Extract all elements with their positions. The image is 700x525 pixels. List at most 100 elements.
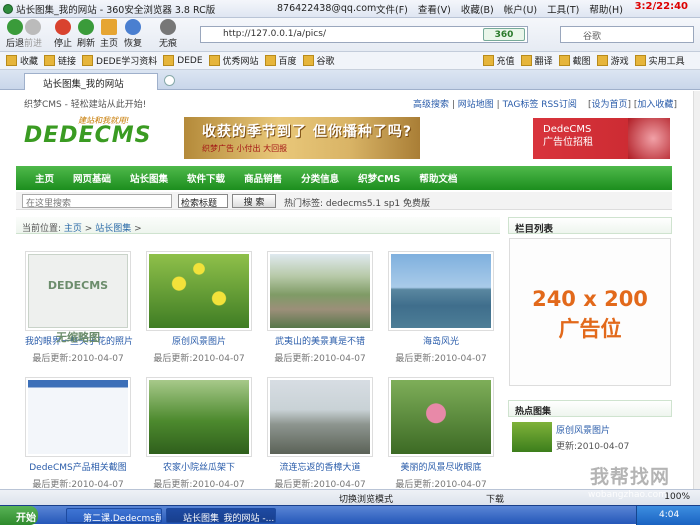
favorites-button[interactable]: 收藏 [6,54,38,67]
breadcrumb-home[interactable]: 主页 [64,224,82,234]
restore-icon [125,19,141,35]
screenshot-button[interactable]: 截图 [559,54,591,67]
link-sitemap[interactable]: 网站地图 [458,100,494,110]
menu-tools[interactable]: 工具(T) [547,2,579,16]
menu-help[interactable]: 帮助(H) [589,2,623,16]
switch-mode-button[interactable]: 切换浏览模式 [339,492,393,505]
card-title[interactable]: 海岛风光 [388,334,494,347]
translate-button[interactable]: 翻译 [521,54,553,67]
gallery-card[interactable]: 农家小院丝瓜架下 最后更新:2010-04-07 [146,377,252,489]
card-thumbnail[interactable] [267,251,373,331]
download-button[interactable]: 下载 [486,492,504,505]
menu-view[interactable]: 查看(V) [418,2,451,16]
navigation-toolbar: 后退 前进 停止 刷新 主页 恢复 无痕 http://127.0.0.1/a/… [0,18,700,52]
gallery-card[interactable]: 海岛风光 最后更新:2010-04-07 [388,251,494,364]
menu-account[interactable]: 帐户(U) [504,2,537,16]
incognito-button[interactable]: 无痕 [155,19,181,49]
account-email[interactable]: 876422438@qq.com [277,3,376,14]
taskbar-item-browser[interactable]: 站长图集_我的网站 -... [166,508,276,523]
hot-tag-link[interactable]: dedecms5.1 sp1 免费版 [326,199,430,209]
hot-item-title[interactable]: 原创风景图片 [556,423,610,436]
nav-dedecms[interactable]: 织梦CMS [358,171,400,185]
site-logo[interactable]: 建站和我就用! DEDECMS [22,115,170,155]
search-type-select[interactable]: 检索标题 [178,194,228,209]
sidebar-ad[interactable]: 240 x 200 广告位 [509,238,671,386]
new-tab-icon[interactable] [164,75,175,86]
card-title[interactable]: 美丽的风景尽收眼底 [388,460,494,473]
yellow-flowers-image [149,254,249,328]
gallery-card[interactable]: 武夷山的美景真是不错 最后更新:2010-04-07 [267,251,373,364]
browser-logo-icon [3,4,13,14]
site-search-button[interactable]: 搜 索 [232,194,276,208]
gallery-card[interactable]: DedeCMS产品相关截图 最后更新:2010-04-07 [25,377,131,489]
breadcrumb-current[interactable]: 站长图集 [95,224,131,234]
menu-file[interactable]: 文件(F) [376,2,408,16]
no-thumbnail-placeholder: DEDECMS 无缩略图 [28,254,128,344]
card-thumbnail[interactable]: DEDECMS 无缩略图 [25,251,131,344]
link-set-homepage[interactable]: 设为首页 [592,100,628,110]
fav-link-google[interactable]: 谷歌 [303,54,335,67]
gallery-card[interactable]: 流连忘返的香樟大道 最后更新:2010-04-07 [267,377,373,489]
link-advanced-search[interactable]: 高级搜索 [413,100,449,110]
status-bar: 切换浏览模式 下载 100% [0,489,700,505]
address-bar[interactable]: http://127.0.0.1/a/pics/ 360 [200,26,528,43]
search-input[interactable]: 谷歌 [560,26,694,43]
fav-link-dede-study[interactable]: DEDE学习资料 [82,54,157,67]
banner-title: 收获的季节到了 但你播种了吗? [202,124,412,140]
forward-button[interactable]: 前进 [20,19,46,49]
site-search-input[interactable]: 在这里搜索 [22,194,172,209]
ad-banner-harvest[interactable]: 收获的季节到了 但你播种了吗? 织梦广告 小付出 大回报 [184,117,420,159]
card-thumbnail[interactable] [267,377,373,457]
hot-item-thumbnail[interactable] [512,422,552,452]
gallery-card[interactable]: 美丽的风景尽收眼底 最后更新:2010-04-07 [388,377,494,489]
fav-link-dede[interactable]: DEDE [163,55,202,66]
tools-button[interactable]: 实用工具 [635,54,685,67]
nav-products[interactable]: 商品销售 [244,171,282,185]
card-title[interactable]: 武夷山的美景真是不错 [267,334,373,347]
home-button[interactable]: 主页 [96,19,122,49]
window-title: 站长图集_我的网站 - 360安全浏览器 3.8 RC版 [16,4,216,16]
tab-active[interactable]: 站长图集_我的网站 [24,73,158,90]
nav-software[interactable]: 软件下载 [187,171,225,185]
card-title[interactable]: 原创风景图片 [146,334,252,347]
card-title[interactable]: 农家小院丝瓜架下 [146,460,252,473]
hot-gallery-item[interactable]: 原创风景图片 更新:2010-04-07 [512,422,672,452]
page-scrollbar[interactable] [693,91,700,489]
web-page: 织梦CMS - 轻松建站从此开始! 高级搜索 | 网站地图 | TAG标签 RS… [0,91,693,489]
nav-gallery[interactable]: 站长图集 [130,171,168,185]
ad-banner-rent[interactable]: DedeCMS 广告位招租 [533,118,670,159]
address-url: http://127.0.0.1/a/pics/ [223,29,326,39]
card-title[interactable]: 流连忘返的香樟大道 [267,460,373,473]
card-thumbnail[interactable] [146,377,252,457]
fav-link-sites[interactable]: 优秀网站 [209,54,259,67]
card-thumbnail[interactable] [25,377,131,457]
engine-go-button[interactable]: 360 [483,28,525,41]
link-add-favorite[interactable]: 加入收藏 [637,100,673,110]
start-button[interactable]: 开始 [0,506,38,525]
fav-link-baidu[interactable]: 百度 [265,54,297,67]
camphor-road-image [270,380,370,454]
clock-overlay: 3:2/22:40 [634,1,688,12]
nav-help[interactable]: 帮助文档 [419,171,457,185]
nav-home[interactable]: 主页 [35,171,54,185]
fav-link-links[interactable]: 链接 [44,54,76,67]
nav-web-basics[interactable]: 网页基础 [73,171,111,185]
stop-icon [55,19,71,35]
games-button[interactable]: 游戏 [597,54,629,67]
link-rss[interactable]: RSS订阅 [541,100,577,110]
card-thumbnail[interactable] [388,251,494,331]
nav-classifieds[interactable]: 分类信息 [301,171,339,185]
gallery-card[interactable]: 原创风景图片 最后更新:2010-04-07 [146,251,252,364]
breadcrumb: 当前位置: 主页 > 站长图集 > [16,217,500,234]
gallery-card[interactable]: DEDECMS 无缩略图 我的眼界一些关于花的照片 最后更新:2010-04-07 [25,251,133,364]
taskbar-item-lesson[interactable]: 第二课.Dedecms前台... [66,508,162,523]
card-thumbnail[interactable] [146,251,252,331]
restore-button[interactable]: 恢复 [120,19,146,49]
zoom-level[interactable]: 100% [664,492,690,502]
card-title[interactable]: DedeCMS产品相关截图 [25,460,131,473]
card-date: 最后更新:2010-04-07 [153,480,245,489]
link-tags[interactable]: TAG标签 [503,100,539,110]
menu-favorites[interactable]: 收藏(B) [461,2,494,16]
card-thumbnail[interactable] [388,377,494,457]
recharge-button[interactable]: 充值 [483,54,515,67]
